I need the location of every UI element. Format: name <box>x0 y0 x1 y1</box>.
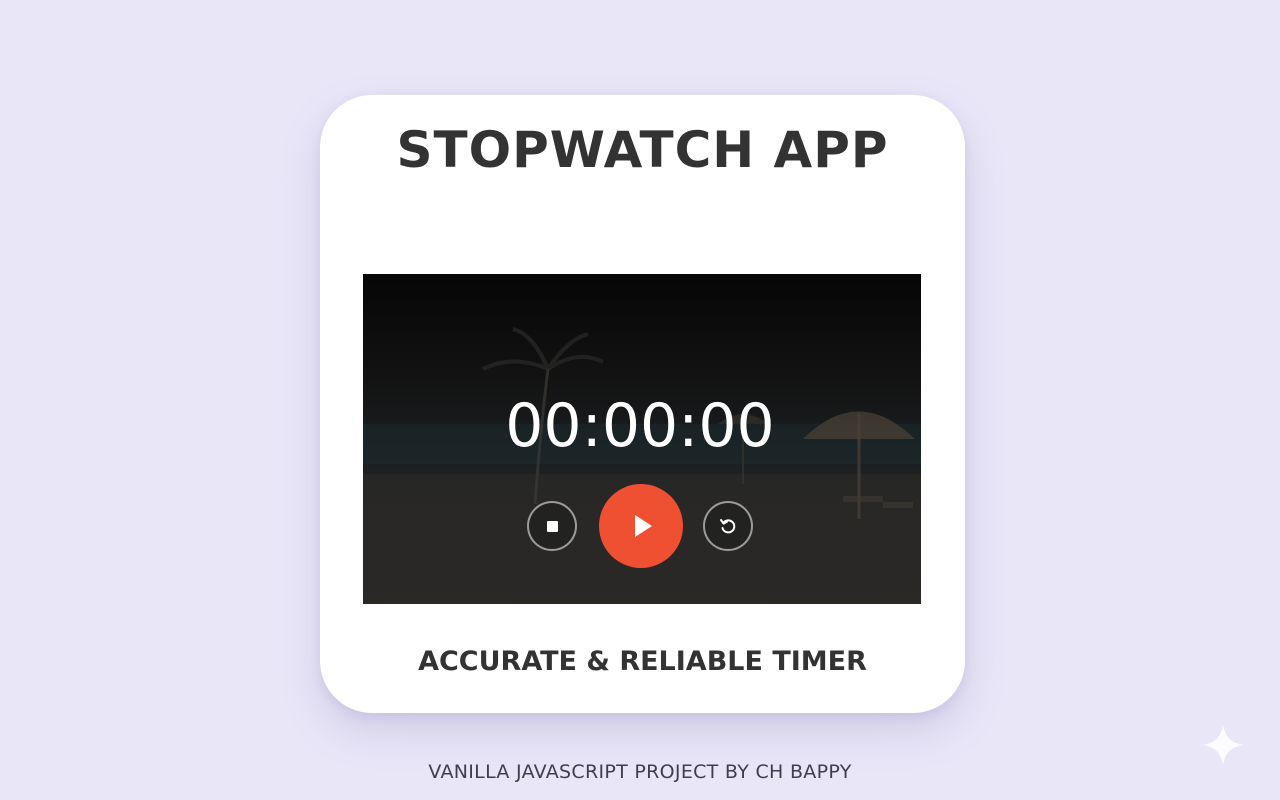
stop-icon <box>546 520 558 532</box>
play-button[interactable] <box>599 484 683 568</box>
sparkle-icon <box>1202 724 1244 766</box>
timer-display: 00:00:00 <box>505 391 775 461</box>
footer-credit: VANILLA JAVASCRIPT PROJECT BY CH BAPPY <box>428 761 852 783</box>
page-title: STOPWATCH APP <box>396 121 889 179</box>
reset-icon <box>720 519 736 534</box>
stop-button[interactable] <box>527 501 577 551</box>
reset-button[interactable] <box>703 501 753 551</box>
tagline: ACCURATE & RELIABLE TIMER <box>418 646 867 677</box>
play-icon <box>635 515 652 537</box>
